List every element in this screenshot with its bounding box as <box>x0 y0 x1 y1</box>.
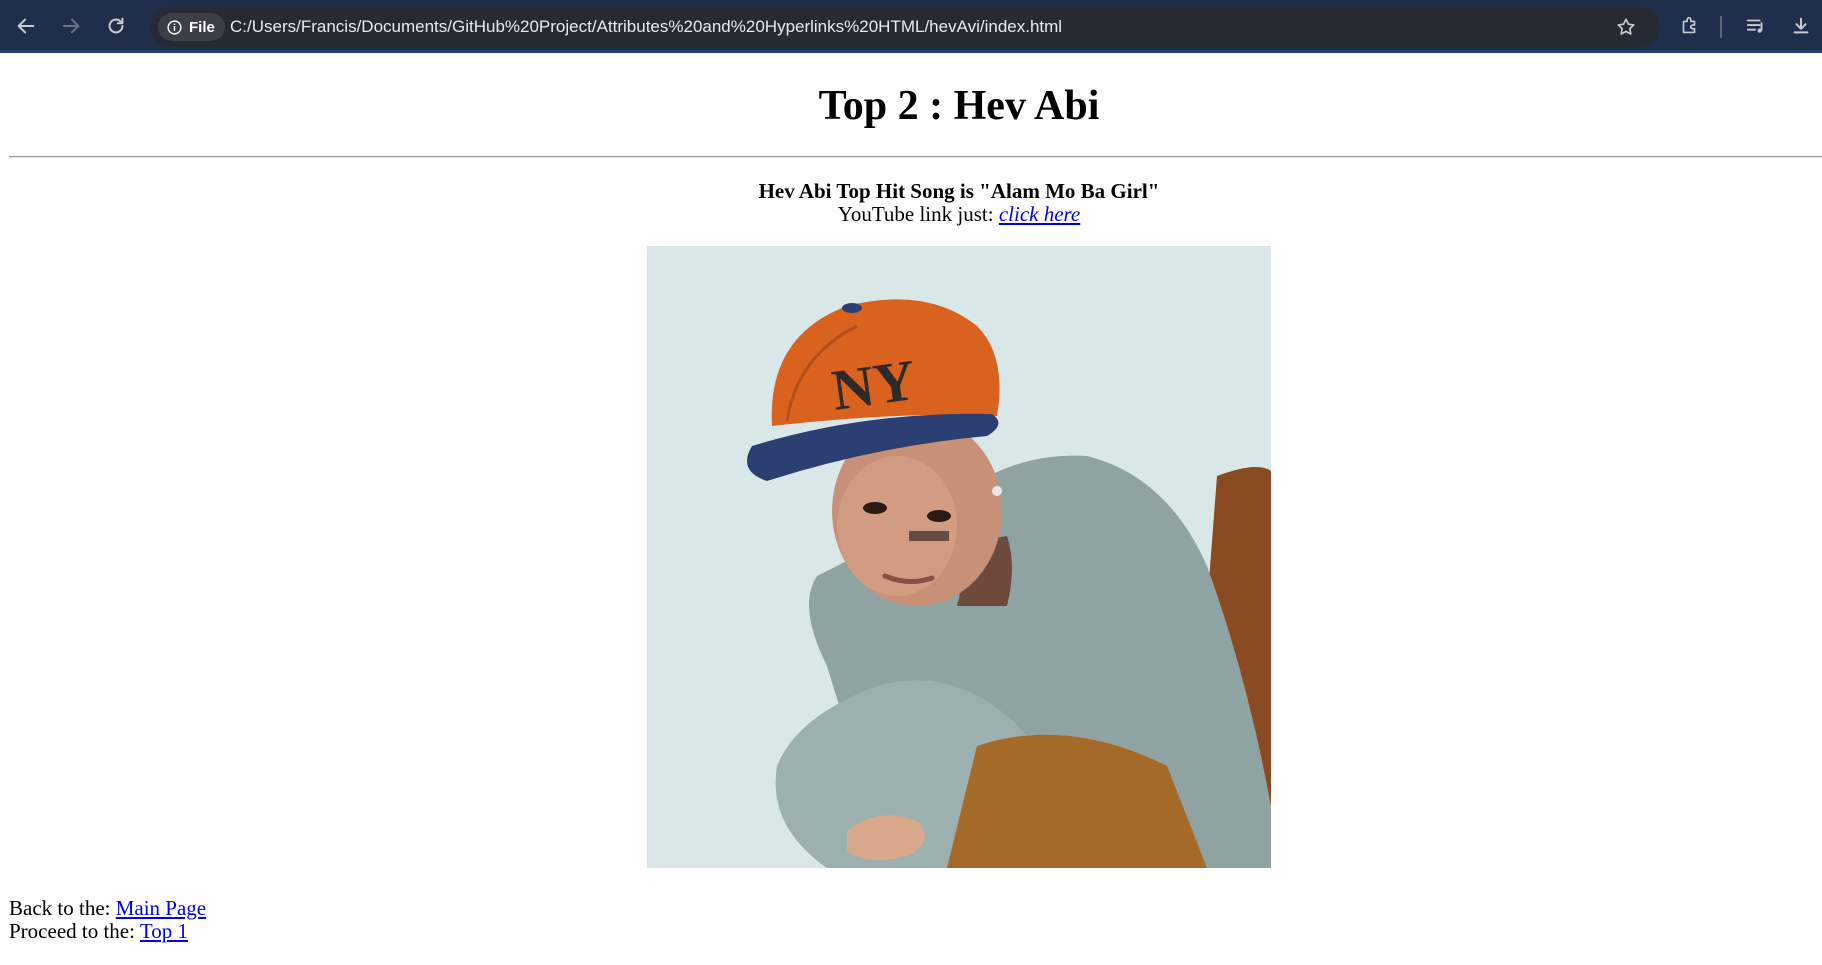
page-title: Top 2 : Hev Abi <box>818 83 1100 129</box>
horizontal-rule <box>9 156 1822 158</box>
youtube-prefix: YouTube link just: <box>837 202 999 226</box>
youtube-link[interactable]: click here <box>999 202 1080 226</box>
back-line: Back to the: Main Page <box>9 896 206 921</box>
youtube-line: YouTube link just: click here <box>0 202 1822 227</box>
artist-photo: NY <box>647 246 1271 868</box>
download-icon[interactable] <box>1785 10 1817 42</box>
reload-icon[interactable] <box>100 10 132 42</box>
site-info-chip[interactable]: File <box>158 13 225 41</box>
back-arrow-icon[interactable] <box>10 10 42 42</box>
extensions-icon[interactable] <box>1673 10 1705 42</box>
main-page-link[interactable]: Main Page <box>116 896 206 920</box>
forward-arrow-icon[interactable] <box>55 10 87 42</box>
svg-text:NY: NY <box>828 347 920 423</box>
proceed-prefix: Proceed to the: <box>9 919 140 943</box>
media-controls-icon[interactable] <box>1740 10 1772 42</box>
proceed-line: Proceed to the: Top 1 <box>9 919 188 944</box>
song-line: Hev Abi Top Hit Song is "Alam Mo Ba Girl… <box>758 179 1160 203</box>
info-icon <box>167 19 182 35</box>
toolbar-separator <box>1720 16 1722 38</box>
url-text[interactable]: C:/Users/Francis/Documents/GitHub%20Proj… <box>230 17 1062 37</box>
top-1-link[interactable]: Top 1 <box>140 919 188 943</box>
chip-label: File <box>189 18 215 36</box>
back-prefix: Back to the: <box>9 896 116 920</box>
browser-toolbar: File C:/Users/Francis/Documents/GitHub%2… <box>0 0 1822 53</box>
address-bar[interactable]: File C:/Users/Francis/Documents/GitHub%2… <box>150 7 1660 47</box>
star-icon[interactable] <box>1610 11 1642 43</box>
